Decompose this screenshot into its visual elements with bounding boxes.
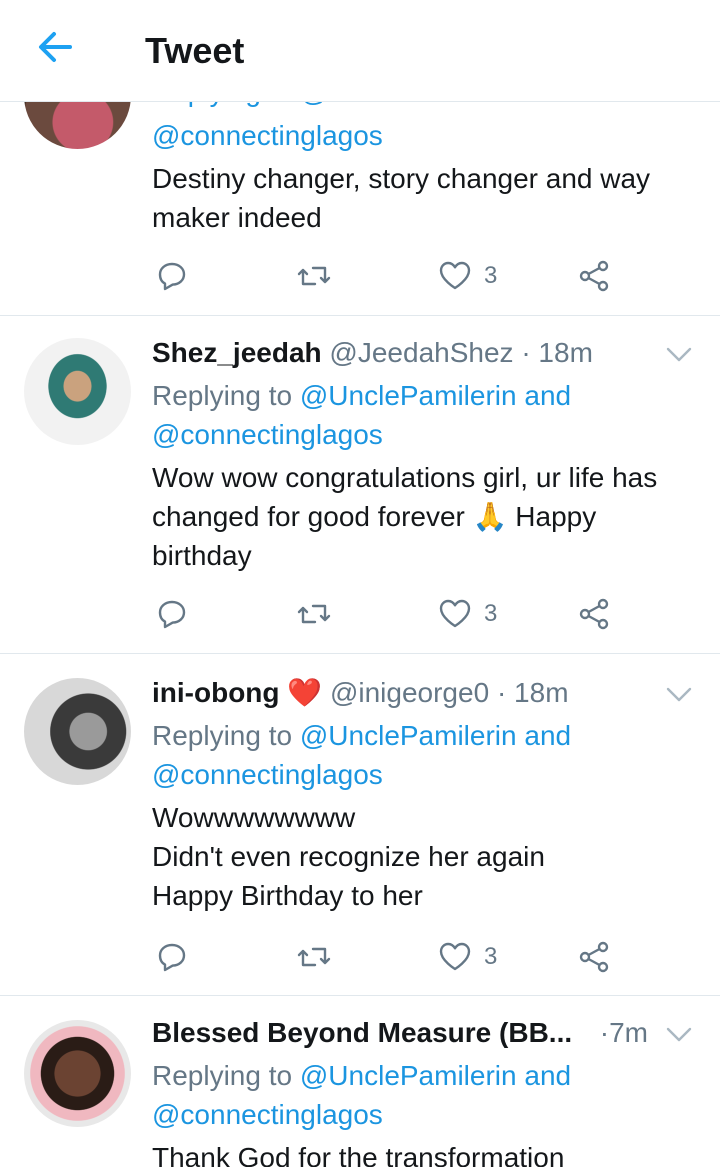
like-button[interactable]: 3 [438, 937, 497, 977]
reply-icon [158, 600, 186, 629]
retweet-button[interactable] [296, 256, 332, 296]
reply-button[interactable] [156, 594, 188, 634]
display-name[interactable]: ini-obong [152, 677, 280, 708]
tweet-meta: Blessed Beyond Measure (BB... ·7m [152, 1017, 648, 1048]
retweet-icon [297, 604, 331, 624]
reply-button[interactable] [156, 937, 188, 977]
timestamp: 7m [609, 1017, 648, 1048]
tweet-meta: Shez_jeedah @JeedahShez · 18m [152, 337, 593, 368]
user-handle[interactable]: @inigeorge0 [330, 677, 489, 708]
mention[interactable]: @UnclePamilerin and [300, 1060, 571, 1091]
share-icon [579, 598, 609, 630]
retweet-icon [297, 266, 331, 286]
share-button[interactable] [578, 937, 610, 977]
mention[interactable]: @UnclePamilerin and [300, 380, 571, 411]
retweet-icon [297, 947, 331, 967]
share-button[interactable] [578, 594, 610, 634]
share-icon [579, 260, 609, 292]
page-title: Tweet [145, 30, 245, 71]
tweet-feed[interactable]: Replying to @UnclePamilerin and @connect… [0, 0, 720, 1167]
retweet-button[interactable] [296, 594, 332, 634]
mention[interactable]: @connectinglagos [152, 1095, 700, 1134]
like-count: 3 [484, 943, 498, 970]
user-handle[interactable]: @JeedahShez [329, 337, 513, 368]
like-count: 3 [484, 600, 498, 627]
timestamp: 18m [514, 677, 569, 708]
avatar[interactable] [24, 338, 131, 445]
tweet-text: Wowwwwwwww Didn't even recognize her aga… [152, 802, 545, 911]
mention[interactable]: @UnclePamilerin and [300, 720, 571, 751]
reply-icon [158, 943, 186, 972]
heart-emoji-icon: ❤️ [287, 677, 323, 708]
back-arrow-icon[interactable] [30, 24, 80, 70]
heart-icon [439, 599, 471, 628]
tweet-text: Destiny changer, story changer and way m… [152, 163, 651, 233]
share-button[interactable] [578, 256, 610, 296]
like-count: 3 [484, 262, 498, 289]
mention[interactable]: @connectinglagos [152, 415, 700, 454]
tweet-text: Thank God for the transformation [152, 1142, 565, 1167]
avatar[interactable] [24, 678, 131, 785]
mention[interactable]: @connectinglagos [152, 755, 700, 794]
display-name[interactable]: Blessed Beyond Measure (BB... [152, 1017, 572, 1048]
tweet-meta: ini-obong ❤️ @inigeorge0 · 18m [152, 677, 569, 708]
like-button[interactable]: 3 [438, 256, 497, 296]
heart-icon [439, 261, 471, 290]
like-button[interactable]: 3 [438, 594, 497, 634]
heart-icon [439, 942, 471, 971]
top-bar: Tweet [0, 0, 720, 102]
tweet[interactable]: Blessed Beyond Measure (BB... ·7m Replyi… [0, 996, 720, 1167]
display-name[interactable]: Shez_jeedah [152, 337, 322, 368]
chevron-down-icon[interactable] [666, 346, 692, 364]
share-icon [579, 941, 609, 973]
chevron-down-icon[interactable] [666, 686, 692, 704]
replying-to: Replying to @UnclePamilerin and [152, 1060, 572, 1091]
reply-icon [158, 262, 186, 291]
timestamp: 18m [538, 337, 593, 368]
tweet-text: Wow wow congratulations girl, ur life ha… [152, 462, 658, 571]
reply-button[interactable] [156, 256, 188, 296]
chevron-down-icon[interactable] [666, 1026, 692, 1044]
avatar[interactable] [24, 1020, 131, 1127]
replying-to: Replying to @UnclePamilerin and [152, 720, 572, 751]
tweet[interactable]: ini-obong ❤️ @inigeorge0 · 18m Replying … [0, 654, 720, 996]
tweet[interactable]: Shez_jeedah @JeedahShez · 18m Replying t… [0, 316, 720, 654]
retweet-button[interactable] [296, 937, 332, 977]
replying-to: Replying to @UnclePamilerin and [152, 380, 572, 411]
mention[interactable]: @connectinglagos [152, 116, 700, 155]
